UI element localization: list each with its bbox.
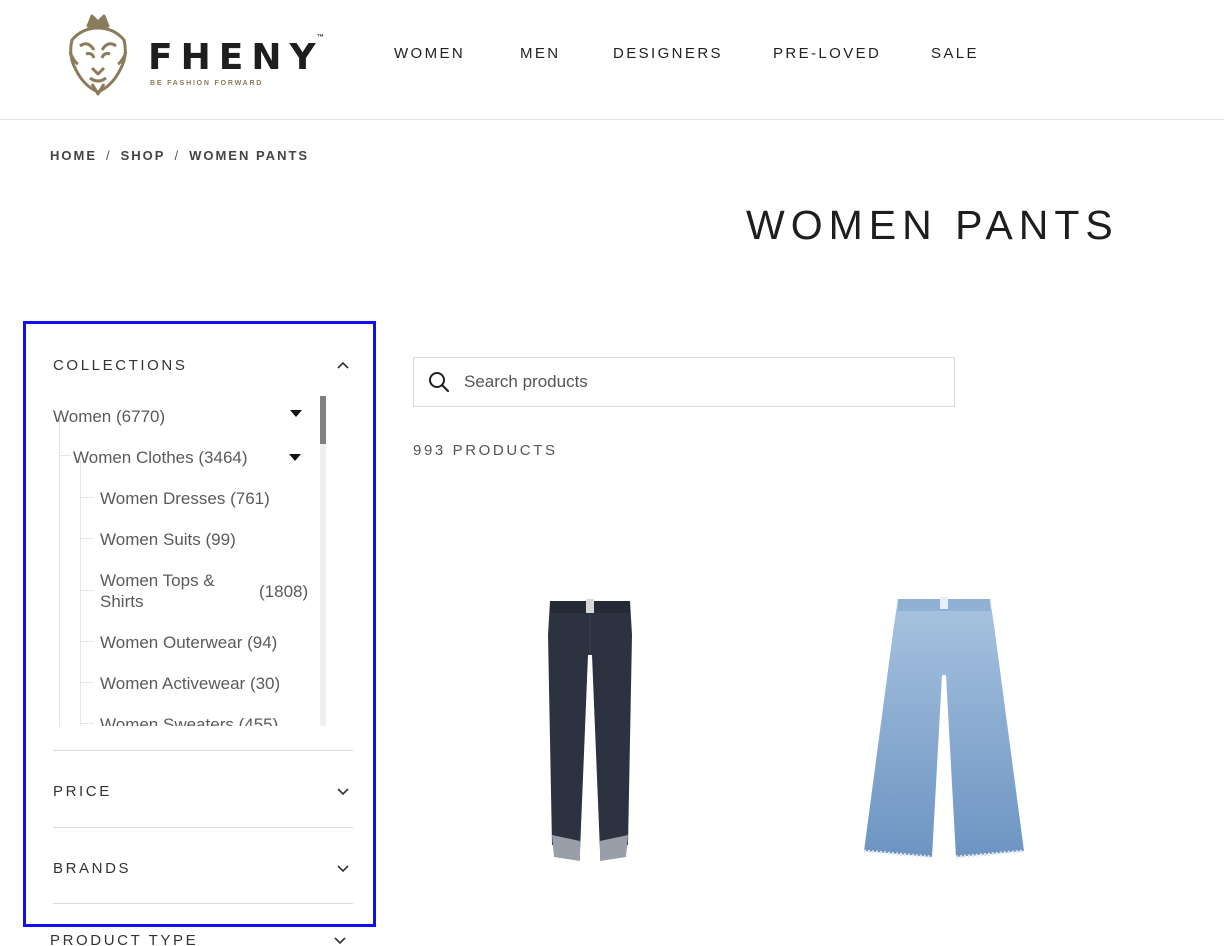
collection-item-women[interactable]: Women (6770) (53, 406, 165, 427)
collections-filter-label: COLLECTIONS (53, 357, 188, 374)
collections-filter-toggle[interactable]: COLLECTIONS (53, 353, 353, 377)
breadcrumb-current: WOMEN PANTS (189, 148, 310, 163)
collection-count: (455) (238, 715, 279, 726)
chevron-up-icon (337, 361, 349, 369)
nav-item-pre-loved[interactable]: PRE-LOVED (773, 45, 881, 63)
collection-item-women-clothes[interactable]: Women Clothes (3464) (73, 447, 248, 468)
page-title: WOMEN PANTS (746, 202, 1119, 248)
filter-divider (53, 750, 353, 751)
collection-item-women-activewear[interactable]: Women Activewear (30) (100, 673, 280, 694)
brand-tagline: BE FASHION FORWARD (150, 80, 264, 87)
nav-item-men[interactable]: MEN (520, 45, 561, 63)
collection-item-women-outerwear[interactable]: Women Outerwear (94) (100, 632, 277, 653)
breadcrumb-home[interactable]: HOME (50, 148, 97, 163)
chevron-down-icon (337, 865, 349, 873)
breadcrumb-separator: / (106, 148, 112, 163)
filter-divider (53, 903, 353, 904)
filter-divider (53, 827, 353, 828)
tree-guide-line (59, 455, 71, 456)
brand-logo[interactable]: FHENY ™ BE FASHION FORWARD (64, 12, 334, 98)
product-type-filter-toggle[interactable]: PRODUCT TYPE (50, 928, 350, 946)
collection-item-women-tops-shirts[interactable]: Women Tops & Shirts (1808) (100, 570, 320, 614)
tree-guide-line (80, 460, 81, 726)
trademark-symbol: ™ (317, 34, 324, 41)
search-icon[interactable] (428, 371, 450, 393)
tree-guide-line (80, 682, 94, 683)
breadcrumb: HOME / SHOP / WOMEN PANTS (50, 148, 309, 163)
chevron-down-icon (337, 788, 349, 796)
collection-label: Women Suits (100, 530, 201, 549)
product-search (413, 357, 955, 407)
tree-guide-line (80, 641, 94, 642)
caret-down-icon[interactable] (290, 410, 302, 417)
nav-item-sale[interactable]: SALE (931, 45, 979, 63)
product-count: 993 PRODUCTS (413, 442, 558, 459)
collection-item-women-sweaters[interactable]: Women Sweaters (455) (100, 714, 278, 726)
collection-label: Women Dresses (100, 489, 226, 508)
collection-item-women-suits[interactable]: Women Suits (99) (100, 529, 236, 550)
nav-item-women[interactable]: WOMEN (394, 45, 465, 63)
tree-guide-line (80, 590, 94, 591)
collection-label-line1: Women Tops & (100, 571, 215, 590)
chevron-down-icon (334, 937, 346, 945)
collection-label: Women Sweaters (100, 715, 234, 726)
tree-guide-line (80, 497, 94, 498)
brand-name: FHENY (148, 37, 324, 78)
collection-count: (99) (205, 530, 236, 549)
collection-label: Women Activewear (100, 674, 246, 693)
collection-count: (94) (247, 633, 278, 652)
collection-label: Women Outerwear (100, 633, 243, 652)
search-input[interactable] (464, 358, 944, 406)
collection-count: (3464) (198, 448, 248, 467)
brands-filter-toggle[interactable]: BRANDS (53, 856, 353, 880)
collection-count: (30) (249, 674, 281, 693)
tiger-crown-logo-icon (68, 14, 128, 96)
tree-guide-line (80, 538, 94, 539)
brands-filter-label: BRANDS (53, 860, 132, 877)
breadcrumb-separator: / (174, 148, 181, 163)
caret-down-icon[interactable] (289, 454, 301, 461)
collection-label: Women (53, 407, 112, 426)
light-wash-culotte-jeans-image[interactable] (862, 595, 1026, 867)
collections-tree: Women (6770) Women Clothes (3464) Women … (53, 396, 329, 726)
collections-scrollbar-track[interactable] (320, 396, 326, 726)
collections-scrollbar-thumb[interactable] (320, 396, 326, 444)
collection-item-women-dresses[interactable]: Women Dresses (761) (100, 488, 270, 509)
price-filter-toggle[interactable]: PRICE (53, 779, 353, 803)
tree-guide-line (80, 723, 94, 724)
collection-label: Women Clothes (73, 448, 194, 467)
collection-count: (1808) (259, 582, 309, 601)
dark-denim-jeans-image[interactable] (540, 595, 640, 867)
filter-sidebar: COLLECTIONS Women (6770) Women Clothes (… (23, 321, 376, 927)
nav-item-designers[interactable]: DESIGNERS (613, 45, 723, 63)
price-filter-label: PRICE (53, 783, 112, 800)
collection-label-line2: Shirts (100, 592, 144, 611)
breadcrumb-shop[interactable]: SHOP (121, 148, 166, 163)
collection-count: (761) (230, 489, 270, 508)
site-header: FHENY ™ BE FASHION FORWARD WOMEN MEN DES… (0, 0, 1224, 120)
product-type-filter-label: PRODUCT TYPE (50, 932, 199, 946)
tree-guide-line (59, 418, 60, 726)
collection-count: (6770) (116, 407, 166, 426)
